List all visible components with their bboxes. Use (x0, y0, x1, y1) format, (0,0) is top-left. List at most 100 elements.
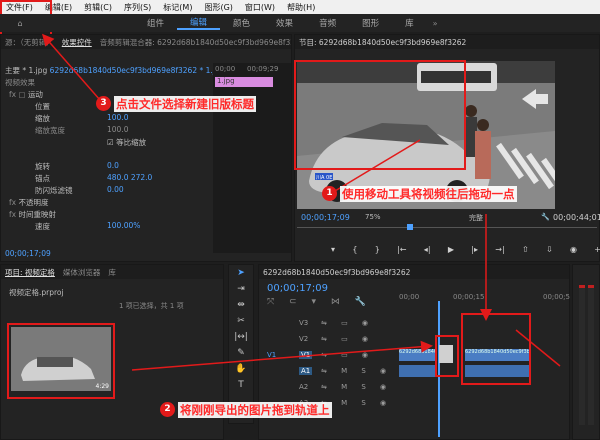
audio-mute-solo-icons[interactable]: ⇋ M S ◉ (321, 367, 392, 375)
meter-left (579, 285, 585, 425)
program-duration: 00;00;44;01 (553, 213, 600, 222)
effect-controls-panel: 源：（无剪辑） 效果控件 音频剪辑混合器: 6292d68b1840d50ec9… (0, 34, 292, 262)
workspace-bar: ⌂ 组件 编辑 颜色 效果 音频 图形 库 » (0, 14, 600, 32)
tab-effect-controls[interactable]: 效果控件 (58, 37, 96, 48)
badge-1: 1 (322, 186, 337, 201)
tab-audio-mixer[interactable]: 音频剪辑混合器: 6292d68b1840d50ec9f3bd969e8f326… (96, 37, 291, 48)
prop-anchor-value[interactable]: 480.0 272.0 (107, 173, 152, 184)
opacity-effect[interactable]: fx 不透明度 (9, 197, 48, 208)
master-clip-label[interactable]: 主要 * 1.jpg 6292d68b1840d50ec9f3bd969e8f3… (5, 65, 224, 76)
prop-rotation-value[interactable]: 0.0 (107, 161, 119, 172)
source-panel-tabs: 源：（无剪辑） 效果控件 音频剪辑混合器: 6292d68b1840d50ec9… (1, 35, 291, 49)
ruler-2: 00;00;5 (543, 293, 570, 301)
mini-timeline: 00;00 00;09;29 1.jpg (213, 63, 291, 253)
audio-clip-left[interactable] (399, 365, 437, 377)
mini-clip-bar[interactable]: 1.jpg (215, 77, 273, 87)
quality-select[interactable]: 完整 (469, 213, 483, 223)
speed-label: 速度 (35, 222, 50, 231)
wrench-icon[interactable]: 🔧 (541, 213, 550, 221)
prop-anti-flicker-value[interactable]: 0.00 (107, 185, 124, 196)
program-timecode[interactable]: 00;00;17;09 (301, 213, 350, 222)
more-workspaces-icon[interactable]: » (433, 19, 438, 28)
menu-graphics[interactable]: 图形(G) (198, 2, 238, 13)
uniform-scale-checkbox[interactable]: ☑ 等比缩放 (107, 137, 146, 148)
prop-anti-flicker: 防闪烁滤镜 (35, 186, 73, 195)
project-file: 视频定格.prproj (9, 288, 64, 297)
track-v1[interactable]: V1 (299, 351, 313, 359)
mark-clip-icon[interactable]: } (375, 245, 380, 254)
lift-icon[interactable]: ⇧ (522, 245, 529, 254)
track-select-tool-icon[interactable]: ⇥ (234, 284, 248, 297)
menu-clip[interactable]: 剪辑(C) (78, 2, 118, 13)
go-to-in-icon[interactable]: |← (397, 245, 406, 254)
workspace-audio[interactable]: 音频 (306, 17, 349, 29)
timeline-timecode[interactable]: 00;00;17;09 (267, 283, 328, 294)
timeline-tool-icons[interactable]: ⤧ ⊂ ▾ ⋈ 🔧 (267, 297, 372, 307)
clip-path: 6292d68b1840d50ec9f3bd969e8f3262 * 1.jpg (49, 66, 225, 75)
audio-meter (572, 264, 600, 440)
video-clip-left[interactable]: 6292d68b1840d50ec9f3bd969e8f3262 (399, 349, 437, 361)
ruler-1: 00;00;15 (453, 293, 485, 301)
tab-source[interactable]: 源：（无剪辑） (1, 37, 58, 48)
speed-value[interactable]: 100.00% (107, 221, 140, 232)
workspace-effects[interactable]: 效果 (263, 17, 306, 29)
type-tool-icon[interactable]: T (234, 380, 248, 393)
track-toggle-icons-v1[interactable]: ⇋ ▭ ◉ (321, 351, 374, 359)
timeline-title-bar: 6292d68b1840d50ec9f3bd969e8f3262 (259, 265, 569, 279)
track-toggle-icons-v2[interactable]: ⇋ ▭ ◉ (321, 335, 374, 343)
track-v3[interactable]: V3 (299, 319, 308, 327)
menu-sequence[interactable]: 序列(S) (118, 2, 157, 13)
add-button-icon[interactable]: + (594, 245, 600, 254)
prop-scale-value[interactable]: 100.0 (107, 113, 128, 124)
export-frame-icon[interactable]: ◉ (570, 245, 577, 254)
ripple-edit-tool-icon[interactable]: ⇹ (234, 300, 248, 313)
video-effects-heading: 视频效果 (5, 78, 35, 87)
track-v2[interactable]: V2 (299, 335, 308, 343)
sequence-title[interactable]: 6292d68b1840d50ec9f3bd969e8f3262 (259, 268, 414, 277)
hand-tool-icon[interactable]: ✋ (234, 364, 248, 377)
tab-libraries[interactable]: 库 (104, 267, 120, 278)
badge-3: 3 (96, 96, 111, 111)
razor-tool-icon[interactable]: ✂ (234, 316, 248, 329)
tools-panel: ➤ ⇥ ⇹ ✂ |↔| ✎ ✋ T (228, 264, 254, 424)
program-scrubber[interactable] (297, 227, 597, 231)
track-a1[interactable]: A1 (299, 367, 313, 375)
menu-window[interactable]: 窗口(W) (239, 2, 281, 13)
workspace-libraries[interactable]: 库 (392, 17, 427, 29)
tab-media-browser[interactable]: 媒体浏览器 (59, 267, 105, 278)
audio-mute-solo-icons-a3[interactable]: ⇋ M S ◉ (321, 399, 392, 407)
track-a2[interactable]: A2 (299, 383, 308, 391)
menu-help[interactable]: 帮助(H) (281, 2, 321, 13)
go-to-out-icon[interactable]: →| (495, 245, 504, 254)
extract-icon[interactable]: ⇩ (546, 245, 553, 254)
home-icon[interactable]: ⌂ (0, 19, 40, 28)
zoom-select[interactable]: 75% (365, 213, 381, 221)
play-icon[interactable]: ▶ (448, 245, 454, 254)
mark-in-icon[interactable]: ▾ (331, 245, 335, 254)
workspace-assembly[interactable]: 组件 (134, 17, 177, 29)
source-timecode[interactable]: 00;00;17;09 (5, 249, 51, 260)
tab-project[interactable]: 项目: 视频定格 (1, 267, 59, 278)
image-clip-highlight (435, 335, 459, 377)
prop-rotation: 旋转 (35, 162, 50, 171)
project-search[interactable]: 1 项已选择，共 1 项 (119, 301, 184, 311)
slip-tool-icon[interactable]: |↔| (234, 332, 248, 345)
menu-bar: 文件(F) 编辑(E) 剪辑(C) 序列(S) 标记(M) 图形(G) 窗口(W… (0, 0, 600, 14)
audio-mute-solo-icons-a2[interactable]: ⇋ M S ◉ (321, 383, 392, 391)
step-forward-icon[interactable]: |▸ (471, 245, 478, 254)
menu-marker[interactable]: 标记(M) (157, 2, 198, 13)
mark-out-icon[interactable]: { (352, 245, 357, 254)
selection-tool-icon[interactable]: ➤ (234, 268, 248, 281)
workspace-editing[interactable]: 编辑 (177, 16, 221, 30)
source-v1[interactable]: V1 (267, 351, 276, 359)
time-remap-effect[interactable]: fx 时间重映射 (9, 209, 56, 220)
playhead-icon[interactable] (407, 224, 413, 230)
step-back-icon[interactable]: ◂| (424, 245, 431, 254)
workspace-graphics[interactable]: 图形 (349, 17, 392, 29)
prop-scale-width-value[interactable]: 100.0 (107, 125, 128, 136)
motion-effect[interactable]: fx ▢ 运动 (9, 89, 43, 100)
track-toggle-icons[interactable]: ⇋ ▭ ◉ (321, 319, 374, 327)
pen-tool-icon[interactable]: ✎ (234, 348, 248, 361)
moved-clip-highlight (461, 313, 531, 385)
workspace-color[interactable]: 颜色 (220, 17, 263, 29)
